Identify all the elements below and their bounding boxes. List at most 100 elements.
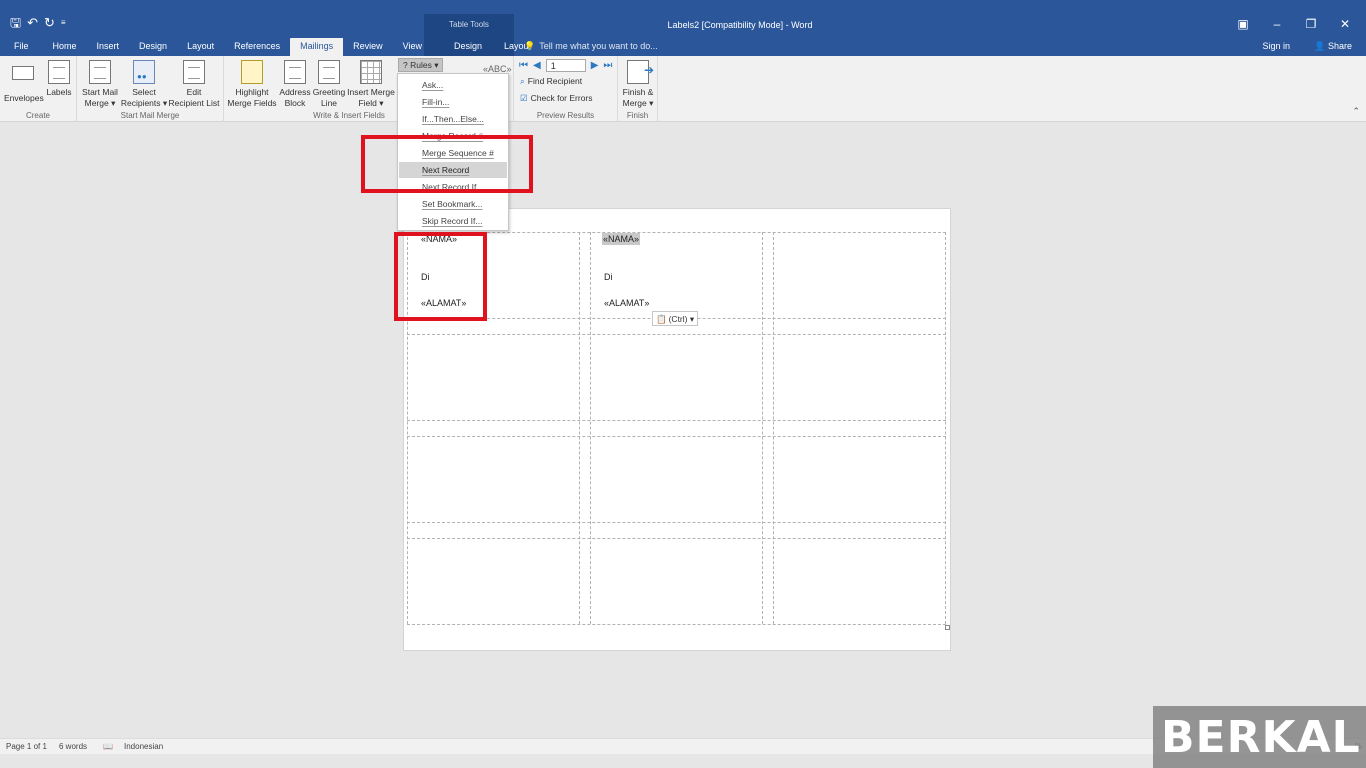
ribbon-tabs: File Home Insert Design Layout Reference… (0, 38, 541, 56)
save-icon[interactable]: 🖫 (10, 15, 21, 31)
envelopes-label: Envelopes (4, 93, 44, 103)
tell-me-box[interactable]: 💡 Tell me what you want to do... (524, 41, 658, 52)
merge-field-alamat[interactable]: «ALAMAT» (604, 298, 649, 308)
insert-merge-field-button[interactable]: Insert Merge Field ▾ (346, 60, 396, 109)
labels-icon (48, 60, 70, 84)
menu-item-if-then-else[interactable]: If...Then...Else... (399, 111, 507, 127)
menu-item-ask[interactable]: Ask... (399, 77, 507, 93)
labels-button[interactable]: Labels (44, 60, 74, 98)
group-label-preview: Preview Results (536, 111, 595, 120)
tab-references[interactable]: References (224, 38, 290, 56)
tab-table-design[interactable]: Design (432, 38, 494, 56)
insert-label-2: Field ▾ (358, 98, 384, 108)
tab-file[interactable]: File (0, 38, 43, 56)
restore-icon[interactable]: ❐ (1294, 15, 1328, 33)
insert-label-1: Insert Merge (347, 87, 395, 97)
rules-button[interactable]: ? Rules ▾ (398, 58, 444, 72)
highlight-box-first-label (394, 232, 487, 321)
edit-list-icon (183, 60, 205, 84)
first-record-icon[interactable]: ⏮ (519, 60, 528, 71)
group-finish: Finish & Merge ▾ Finish (618, 56, 658, 122)
page-count[interactable]: Page 1 of 1 (6, 742, 47, 751)
rules-icon: ? (403, 60, 408, 70)
row-divider (407, 538, 946, 539)
table-border-bottom (407, 624, 946, 625)
close-icon[interactable]: ✕ (1328, 15, 1362, 33)
address-block-icon (284, 60, 306, 84)
share-button[interactable]: 👤 Share (1314, 41, 1352, 52)
last-record-icon[interactable]: ⏭ (603, 60, 612, 71)
address-block-button[interactable]: Address Block (278, 60, 312, 109)
edit-label-1: Edit (186, 87, 202, 97)
group-label-finish: Finish (626, 111, 649, 120)
column-divider (590, 232, 591, 624)
greeting-line-button[interactable]: Greeting Line (312, 60, 346, 109)
group-label-create: Create (25, 111, 50, 120)
recipients-icon (133, 60, 155, 84)
finish-label-1: Finish & (622, 87, 654, 97)
person-icon: 👤 (1314, 41, 1326, 51)
menu-item-skip-record-if[interactable]: Skip Record If... (399, 213, 507, 229)
word-count[interactable]: 6 words (59, 742, 87, 751)
window-controls: ▣ – ❐ ✕ (1226, 15, 1362, 33)
undo-icon[interactable]: ↶ (27, 15, 38, 31)
check-errors-button[interactable]: ☑ Check for Errors (520, 93, 593, 104)
minimize-icon[interactable]: – (1260, 15, 1294, 33)
tab-design[interactable]: Design (129, 38, 177, 56)
labels-label: Labels (46, 87, 72, 97)
customize-icon[interactable]: ≡ (61, 15, 66, 31)
finish-merge-button[interactable]: Finish & Merge ▾ (619, 60, 657, 109)
share-label: Share (1327, 41, 1352, 51)
check-errors-icon: ☑ (520, 93, 528, 103)
greeting-label-1: Greeting (312, 87, 346, 97)
find-icon: ⌕ (520, 76, 525, 86)
highlight-merge-fields-button[interactable]: Highlight Merge Fields (226, 60, 278, 109)
check-errors-label: Check for Errors (530, 93, 593, 103)
highlight-box-next-record (361, 135, 533, 193)
title-bar: Table Tools 🖫 ↶ ↻ ≡ Labels2 [Compatibili… (0, 0, 1366, 56)
tab-view[interactable]: View (393, 38, 432, 56)
tab-mailings[interactable]: Mailings (290, 38, 344, 56)
start-merge-icon (89, 60, 111, 84)
start-merge-label-2: Merge ▾ (84, 98, 116, 108)
edit-recipient-list-button[interactable]: Edit Recipient List (168, 60, 220, 109)
ribbon-display-icon[interactable]: ▣ (1226, 15, 1260, 33)
tab-layout[interactable]: Layout (177, 38, 224, 56)
select-label-1: Select (132, 87, 156, 97)
previous-record-icon[interactable]: ◀ (533, 60, 541, 71)
tab-insert[interactable]: Insert (87, 38, 130, 56)
label-text-di[interactable]: Di (604, 272, 613, 282)
paste-options-button[interactable]: 📋 (Ctrl) ▾ (652, 311, 699, 326)
address-label-1: Address (279, 87, 311, 97)
sign-in-link[interactable]: Sign in (1262, 41, 1290, 51)
watermark-text: BERKAL (1161, 712, 1361, 763)
finish-merge-icon (627, 60, 654, 84)
table-border-right (945, 232, 946, 624)
lightbulb-icon: 💡 (524, 41, 536, 51)
start-mail-merge-button[interactable]: Start Mail Merge ▾ (79, 60, 121, 109)
collapse-ribbon-icon[interactable]: ⌃ (1352, 106, 1360, 117)
envelopes-button[interactable]: Envelopes (4, 60, 44, 104)
table-resize-handle[interactable] (945, 625, 950, 630)
select-recipients-button[interactable]: Select Recipients ▾ (120, 60, 168, 109)
envelope-icon (12, 66, 34, 80)
record-number-input[interactable]: 1 (545, 59, 586, 72)
greeting-label-2: Line (320, 98, 338, 108)
redo-icon[interactable]: ↻ (44, 15, 55, 31)
menu-item-fill-in[interactable]: Fill-in... (399, 94, 507, 110)
row-divider (407, 522, 946, 523)
tab-review[interactable]: Review (343, 38, 393, 56)
menu-item-set-bookmark[interactable]: Set Bookmark... (399, 196, 507, 212)
greeting-line-icon (318, 60, 340, 84)
highlight-icon (241, 60, 263, 84)
record-navigation: ⏮ ◀ 1 ▶ ⏭ (519, 59, 612, 72)
next-record-icon[interactable]: ▶ (591, 60, 599, 71)
find-recipient-button[interactable]: ⌕ Find Recipient (520, 76, 582, 87)
column-divider (762, 232, 763, 624)
tab-home[interactable]: Home (43, 38, 87, 56)
table-tools-label: Table Tools (449, 20, 489, 29)
proofing-icon[interactable]: 📖 (103, 742, 113, 751)
merge-field-nama-selected[interactable]: «NAMA» (602, 233, 641, 245)
language-indicator[interactable]: Indonesian (124, 742, 163, 751)
address-label-2: Block (284, 98, 306, 108)
